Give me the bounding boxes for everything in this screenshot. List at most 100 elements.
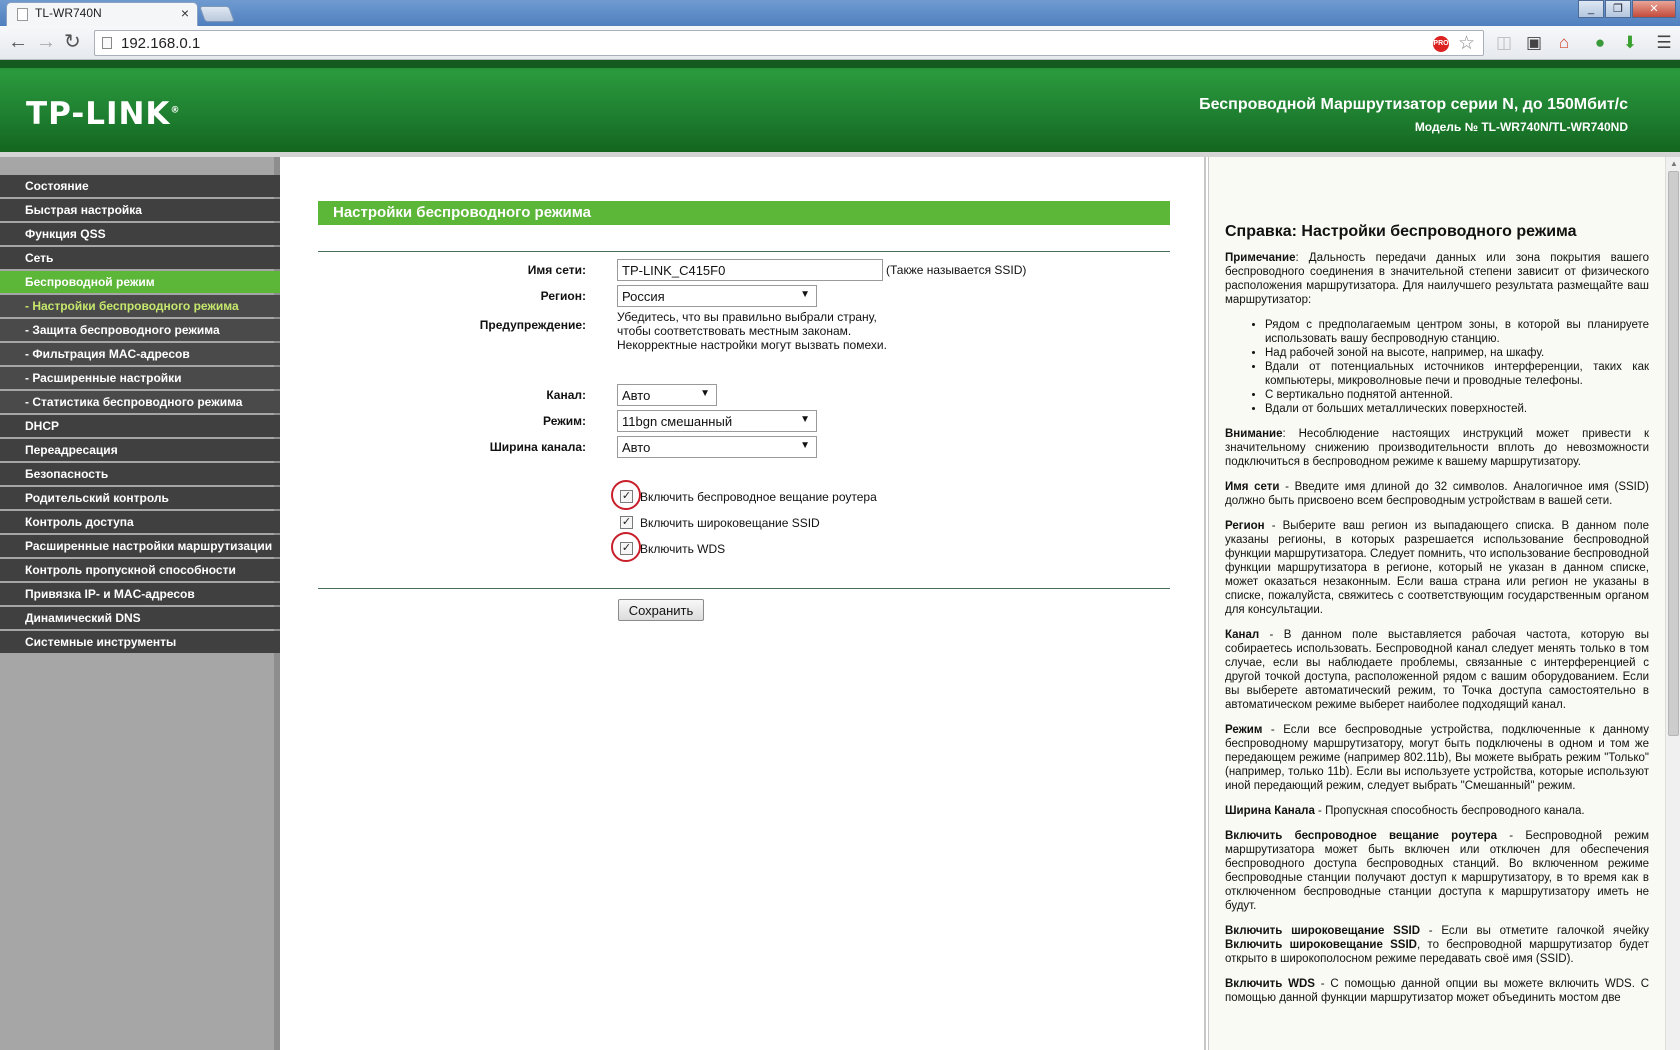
highlight-circle <box>611 532 641 562</box>
sidebar-item-ddns[interactable]: Динамический DNS <box>0 607 280 629</box>
minimize-button[interactable]: _ <box>1578 0 1604 18</box>
sidebar-item-network[interactable]: Сеть <box>0 247 280 269</box>
broadcast-checkbox-label: Включить беспроводное вещание роутера <box>640 490 877 504</box>
sidebar-item-forwarding[interactable]: Переадресация <box>0 439 280 461</box>
scroll-up-icon[interactable]: ▲ <box>1670 159 1678 168</box>
reload-icon[interactable]: ↻ <box>64 32 81 52</box>
help-term: Включить беспроводное вещание роутера <box>1225 830 1498 842</box>
sidebar-item-dhcp[interactable]: DHCP <box>0 415 280 437</box>
help-broadcast: Включить беспроводное вещание роутера - … <box>1225 829 1649 913</box>
channel-width-value: Авто <box>622 440 651 455</box>
sidebar-item-mac-filtering[interactable]: - Фильтрация MAC-адресов <box>0 343 280 365</box>
browser-tab-strip: TL-WR740N × _ ❐ ✕ <box>0 0 1680 26</box>
divider <box>318 588 1170 589</box>
sidebar-item-qss[interactable]: Функция QSS <box>0 223 280 245</box>
help-text: : Несоблюдение настоящих инструкций може… <box>1225 428 1649 468</box>
help-channel-width: Ширина Канала - Пропускная способность б… <box>1225 804 1649 818</box>
router-model: Модель № TL-WR740N/TL-WR740ND <box>1414 120 1628 134</box>
help-title: Справка: Настройки беспроводного режима <box>1225 223 1577 240</box>
sidebar-item-wireless-advanced[interactable]: - Расширенные настройки <box>0 367 280 389</box>
warning-line: Убедитесь, что вы правильно выбрали стра… <box>617 310 877 324</box>
bookmark-star-icon[interactable]: ☆ <box>1458 32 1475 55</box>
help-text: - В данном поле выставляется рабочая час… <box>1225 629 1649 711</box>
sidebar-item-system-tools[interactable]: Системные инструменты <box>0 631 280 653</box>
warning-line: Некорректные настройки могут вызвать пом… <box>617 338 887 352</box>
extension-on-icon[interactable]: ● <box>1590 32 1610 54</box>
url-text: 192.168.0.1 <box>121 35 201 52</box>
help-text: - Выберите ваш регион из выпадающего спи… <box>1225 520 1649 616</box>
list-item: Над рабочей зоной на высоте, например, н… <box>1265 346 1649 360</box>
forward-arrow-icon[interactable]: → <box>36 32 56 52</box>
sidebar-item-wireless-statistics[interactable]: - Статистика беспроводного режима <box>0 391 280 413</box>
tab-title: TL-WR740N <box>35 6 102 20</box>
scrollbar-thumb[interactable] <box>1668 171 1679 736</box>
channel-width-select[interactable]: Авто ▼ <box>617 436 817 458</box>
home-icon[interactable]: ⌂ <box>1554 32 1574 54</box>
ssid-note: (Также называется SSID) <box>886 263 1027 277</box>
help-wds: Включить WDS - С помощью данной опции вы… <box>1225 977 1649 1005</box>
warning-line: чтобы соответствовать местным законам. <box>617 324 852 338</box>
sidebar-item-advanced-routing[interactable]: Расширенные настройки маршрутизации <box>0 535 280 557</box>
back-arrow-icon[interactable]: ← <box>8 32 28 52</box>
wds-checkbox-label: Включить WDS <box>640 542 726 556</box>
region-select[interactable]: Россия ▼ <box>617 285 817 307</box>
sidebar-item-wireless-settings[interactable]: - Настройки беспроводного режима <box>0 295 280 317</box>
sidebar-item-bandwidth-control[interactable]: Контроль пропускной способности <box>0 559 280 581</box>
help-scrollbar[interactable]: ▲ <box>1665 157 1680 1050</box>
help-panel: Справка: Настройки беспроводного режима … <box>1208 157 1665 1050</box>
channel-value: Авто <box>622 388 651 403</box>
help-term: Внимание <box>1225 428 1283 440</box>
help-text: - Если все беспроводные устройства, подк… <box>1225 724 1649 792</box>
help-ssid: Имя сети - Введите имя длиной до 32 симв… <box>1225 480 1649 508</box>
sidebar-item-status[interactable]: Состояние <box>0 175 280 197</box>
help-text: - Беспроводной режим маршрутизатора може… <box>1225 830 1649 912</box>
sidebar-item-access-control[interactable]: Контроль доступа <box>0 511 280 533</box>
sidebar-item-parental-control[interactable]: Родительский контроль <box>0 487 280 509</box>
sidebar-item-security[interactable]: Безопасность <box>0 463 280 485</box>
channel-select[interactable]: Авто ▼ <box>617 384 717 406</box>
header-stripe <box>0 60 1680 68</box>
menu-icon[interactable]: ☰ <box>1654 32 1674 54</box>
tp-link-logo: TP-LINK® <box>26 96 181 132</box>
close-window-button[interactable]: ✕ <box>1632 0 1676 18</box>
help-channel: Канал - В данном поле выставляется рабоч… <box>1225 628 1649 712</box>
help-text: - Введите имя длиной до 32 символов. Ана… <box>1225 481 1649 507</box>
mode-select[interactable]: 11bgn смешанный ▼ <box>617 410 817 432</box>
ssid-broadcast-checkbox[interactable]: ✓ <box>620 516 633 529</box>
browser-toolbar: ← → ↻ 192.168.0.1 PRO ☆ ◫ ▣ ⌂ ● ⬇ ☰ <box>0 26 1680 60</box>
save-button[interactable]: Сохранить <box>618 599 704 621</box>
help-text: - Пропускная способность беспроводного к… <box>1314 805 1585 817</box>
ssid-broadcast-checkbox-label: Включить широковещание SSID <box>640 516 820 530</box>
address-bar[interactable]: 192.168.0.1 PRO ☆ <box>94 30 1484 56</box>
list-item: Рядом с предполагаемым центром зоны, в к… <box>1265 318 1649 346</box>
dropdown-arrow-icon: ▼ <box>800 440 810 451</box>
tab-close-icon[interactable]: × <box>181 5 189 21</box>
extension-4-icon[interactable]: ▣ <box>1524 32 1544 54</box>
divider <box>318 251 1170 252</box>
pro-extension-icon[interactable]: PRO <box>1433 36 1449 52</box>
dropdown-arrow-icon: ▼ <box>800 414 810 425</box>
help-term: Включить широковещание SSID <box>1225 925 1420 937</box>
warning-text: Убедитесь, что вы правильно выбрали стра… <box>617 310 917 352</box>
help-region: Регион - Выберите ваш регион из выпадающ… <box>1225 519 1649 617</box>
mode-value: 11bgn смешанный <box>622 414 733 429</box>
region-label: Регион: <box>540 289 586 303</box>
sidebar-item-quick-setup[interactable]: Быстрая настройка <box>0 199 280 221</box>
extension-icon[interactable]: ◫ <box>1494 32 1514 54</box>
help-term: Включить широковещание SSID <box>1225 939 1417 951</box>
region-value: Россия <box>622 289 665 304</box>
sidebar-item-wireless-security[interactable]: - Защита беспроводного режима <box>0 319 280 341</box>
download-icon[interactable]: ⬇ <box>1620 32 1640 54</box>
browser-tab[interactable]: TL-WR740N × <box>6 2 198 26</box>
help-term: Имя сети <box>1225 481 1280 493</box>
maximize-button[interactable]: ❐ <box>1605 0 1631 18</box>
sidebar-item-wireless[interactable]: Беспроводной режим <box>0 271 280 293</box>
ssid-input[interactable] <box>617 259 883 281</box>
help-list: Рядом с предполагаемым центром зоны, в к… <box>1265 318 1649 416</box>
page-icon <box>102 37 112 49</box>
list-item: С вертикально поднятой антенной. <box>1265 388 1649 402</box>
new-tab-button[interactable] <box>199 6 235 22</box>
dropdown-arrow-icon: ▼ <box>800 289 810 300</box>
sidebar-item-ip-mac-binding[interactable]: Привязка IP- и MAC-адресов <box>0 583 280 605</box>
help-term: Режим <box>1225 724 1263 736</box>
